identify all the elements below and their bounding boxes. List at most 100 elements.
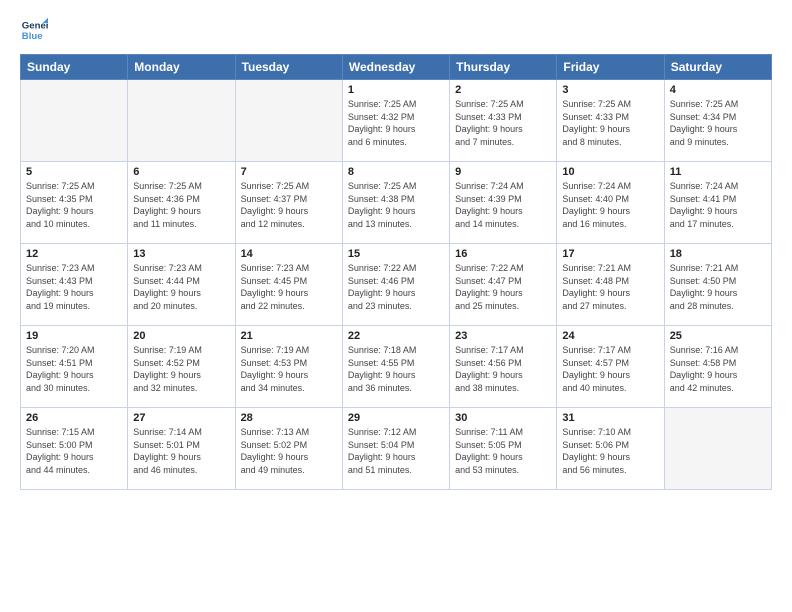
calendar-cell: 24 Sunrise: 7:17 AM Sunset: 4:57 PM Dayli… (557, 326, 664, 408)
calendar-cell: 20 Sunrise: 7:19 AM Sunset: 4:52 PM Dayli… (128, 326, 235, 408)
calendar-cell: 25Sunrise: 7:16 AM Sunset: 4:58 PM Dayli… (664, 326, 771, 408)
cell-content: Sunrise: 7:19 AM Sunset: 4:52 PM Dayligh… (133, 344, 229, 394)
col-header-tuesday: Tuesday (235, 55, 342, 80)
calendar-cell: 16 Sunrise: 7:22 AM Sunset: 4:47 PM Dayli… (450, 244, 557, 326)
logo: General Blue (20, 16, 48, 44)
day-number: 24 (562, 330, 658, 342)
calendar-cell: 4 Sunrise: 7:25 AM Sunset: 4:34 PM Daylig… (664, 80, 771, 162)
col-header-saturday: Saturday (664, 55, 771, 80)
calendar-cell (235, 80, 342, 162)
calendar-cell: 23 Sunrise: 7:17 AM Sunset: 4:56 PM Dayli… (450, 326, 557, 408)
cell-content: Sunrise: 7:12 AM Sunset: 5:04 PM Dayligh… (348, 426, 444, 476)
day-number: 23 (455, 330, 551, 342)
cell-content: Sunrise: 7:25 AM Sunset: 4:35 PM Dayligh… (26, 180, 122, 230)
day-number: 30 (455, 412, 551, 424)
calendar-cell: 27 Sunrise: 7:14 AM Sunset: 5:01 PM Dayli… (128, 408, 235, 490)
col-header-monday: Monday (128, 55, 235, 80)
day-number: 4 (670, 84, 766, 96)
calendar-cell: 6 Sunrise: 7:25 AM Sunset: 4:36 PM Daylig… (128, 162, 235, 244)
day-number: 11 (670, 166, 766, 178)
day-number: 10 (562, 166, 658, 178)
cell-content: Sunrise: 7:25 AM Sunset: 4:36 PM Dayligh… (133, 180, 229, 230)
cell-content: Sunrise: 7:21 AM Sunset: 4:48 PM Dayligh… (562, 262, 658, 312)
week-row-1: 5Sunrise: 7:25 AM Sunset: 4:35 PM Daylig… (21, 162, 772, 244)
logo-icon: General Blue (20, 16, 48, 44)
day-number: 17 (562, 248, 658, 260)
day-number: 19 (26, 330, 122, 342)
calendar-cell: 13Sunrise: 7:23 AM Sunset: 4:44 PM Dayli… (128, 244, 235, 326)
day-number: 16 (455, 248, 551, 260)
col-header-wednesday: Wednesday (342, 55, 449, 80)
cell-content: Sunrise: 7:11 AM Sunset: 5:05 PM Dayligh… (455, 426, 551, 476)
calendar-cell: 5Sunrise: 7:25 AM Sunset: 4:35 PM Daylig… (21, 162, 128, 244)
calendar-cell: 30 Sunrise: 7:11 AM Sunset: 5:05 PM Dayli… (450, 408, 557, 490)
col-header-sunday: Sunday (21, 55, 128, 80)
cell-content: Sunrise: 7:24 AM Sunset: 4:41 PM Dayligh… (670, 180, 766, 230)
day-number: 22 (348, 330, 444, 342)
day-number: 9 (455, 166, 551, 178)
day-number: 12 (26, 248, 122, 260)
day-number: 29 (348, 412, 444, 424)
cell-content: Sunrise: 7:17 AM Sunset: 4:57 PM Dayligh… (562, 344, 658, 394)
cell-content: Sunrise: 7:25 AM Sunset: 4:34 PM Dayligh… (670, 98, 766, 148)
calendar-cell: 31 Sunrise: 7:10 AM Sunset: 5:06 PM Dayli… (557, 408, 664, 490)
week-row-4: 26 Sunrise: 7:15 AM Sunset: 5:00 PM Dayli… (21, 408, 772, 490)
cell-content: Sunrise: 7:25 AM Sunset: 4:33 PM Dayligh… (562, 98, 658, 148)
calendar-cell: 28Sunrise: 7:13 AM Sunset: 5:02 PM Dayli… (235, 408, 342, 490)
cell-content: Sunrise: 7:25 AM Sunset: 4:37 PM Dayligh… (241, 180, 337, 230)
cell-content: Sunrise: 7:16 AM Sunset: 4:58 PM Dayligh… (670, 344, 766, 394)
calendar-cell: 22 Sunrise: 7:18 AM Sunset: 4:55 PM Dayli… (342, 326, 449, 408)
calendar-cell: 2Sunrise: 7:25 AM Sunset: 4:33 PM Daylig… (450, 80, 557, 162)
cell-content: Sunrise: 7:22 AM Sunset: 4:46 PM Dayligh… (348, 262, 444, 312)
week-row-0: 1 Sunrise: 7:25 AM Sunset: 4:32 PM Daylig… (21, 80, 772, 162)
cell-content: Sunrise: 7:24 AM Sunset: 4:40 PM Dayligh… (562, 180, 658, 230)
day-number: 26 (26, 412, 122, 424)
calendar-cell: 17 Sunrise: 7:21 AM Sunset: 4:48 PM Dayli… (557, 244, 664, 326)
day-number: 2 (455, 84, 551, 96)
cell-content: Sunrise: 7:18 AM Sunset: 4:55 PM Dayligh… (348, 344, 444, 394)
cell-content: Sunrise: 7:21 AM Sunset: 4:50 PM Dayligh… (670, 262, 766, 312)
calendar-table: SundayMondayTuesdayWednesdayThursdayFrid… (20, 54, 772, 490)
week-row-3: 19 Sunrise: 7:20 AM Sunset: 4:51 PM Dayli… (21, 326, 772, 408)
calendar-cell: 12 Sunrise: 7:23 AM Sunset: 4:43 PM Dayli… (21, 244, 128, 326)
calendar-cell: 19 Sunrise: 7:20 AM Sunset: 4:51 PM Dayli… (21, 326, 128, 408)
day-number: 14 (241, 248, 337, 260)
cell-content: Sunrise: 7:24 AM Sunset: 4:39 PM Dayligh… (455, 180, 551, 230)
day-number: 18 (670, 248, 766, 260)
cell-content: Sunrise: 7:23 AM Sunset: 4:44 PM Dayligh… (133, 262, 229, 312)
day-number: 3 (562, 84, 658, 96)
calendar-header-row: SundayMondayTuesdayWednesdayThursdayFrid… (21, 55, 772, 80)
day-number: 7 (241, 166, 337, 178)
calendar-cell (664, 408, 771, 490)
cell-content: Sunrise: 7:22 AM Sunset: 4:47 PM Dayligh… (455, 262, 551, 312)
week-row-2: 12 Sunrise: 7:23 AM Sunset: 4:43 PM Dayli… (21, 244, 772, 326)
day-number: 21 (241, 330, 337, 342)
calendar-cell: 8 Sunrise: 7:25 AM Sunset: 4:38 PM Daylig… (342, 162, 449, 244)
header: General Blue (20, 16, 772, 44)
cell-content: Sunrise: 7:17 AM Sunset: 4:56 PM Dayligh… (455, 344, 551, 394)
day-number: 1 (348, 84, 444, 96)
day-number: 20 (133, 330, 229, 342)
calendar-cell: 15 Sunrise: 7:22 AM Sunset: 4:46 PM Dayli… (342, 244, 449, 326)
cell-content: Sunrise: 7:23 AM Sunset: 4:43 PM Dayligh… (26, 262, 122, 312)
day-number: 15 (348, 248, 444, 260)
cell-content: Sunrise: 7:25 AM Sunset: 4:32 PM Dayligh… (348, 98, 444, 148)
calendar-cell: 18 Sunrise: 7:21 AM Sunset: 4:50 PM Dayli… (664, 244, 771, 326)
cell-content: Sunrise: 7:10 AM Sunset: 5:06 PM Dayligh… (562, 426, 658, 476)
cell-content: Sunrise: 7:25 AM Sunset: 4:38 PM Dayligh… (348, 180, 444, 230)
day-number: 31 (562, 412, 658, 424)
day-number: 27 (133, 412, 229, 424)
cell-content: Sunrise: 7:23 AM Sunset: 4:45 PM Dayligh… (241, 262, 337, 312)
calendar-cell: 29 Sunrise: 7:12 AM Sunset: 5:04 PM Dayli… (342, 408, 449, 490)
calendar-cell: 11 Sunrise: 7:24 AM Sunset: 4:41 PM Dayli… (664, 162, 771, 244)
cell-content: Sunrise: 7:14 AM Sunset: 5:01 PM Dayligh… (133, 426, 229, 476)
cell-content: Sunrise: 7:20 AM Sunset: 4:51 PM Dayligh… (26, 344, 122, 394)
calendar-cell: 9 Sunrise: 7:24 AM Sunset: 4:39 PM Daylig… (450, 162, 557, 244)
calendar-cell (128, 80, 235, 162)
calendar-cell: 21 Sunrise: 7:19 AM Sunset: 4:53 PM Dayli… (235, 326, 342, 408)
cell-content: Sunrise: 7:15 AM Sunset: 5:00 PM Dayligh… (26, 426, 122, 476)
day-number: 6 (133, 166, 229, 178)
day-number: 8 (348, 166, 444, 178)
col-header-friday: Friday (557, 55, 664, 80)
cell-content: Sunrise: 7:19 AM Sunset: 4:53 PM Dayligh… (241, 344, 337, 394)
